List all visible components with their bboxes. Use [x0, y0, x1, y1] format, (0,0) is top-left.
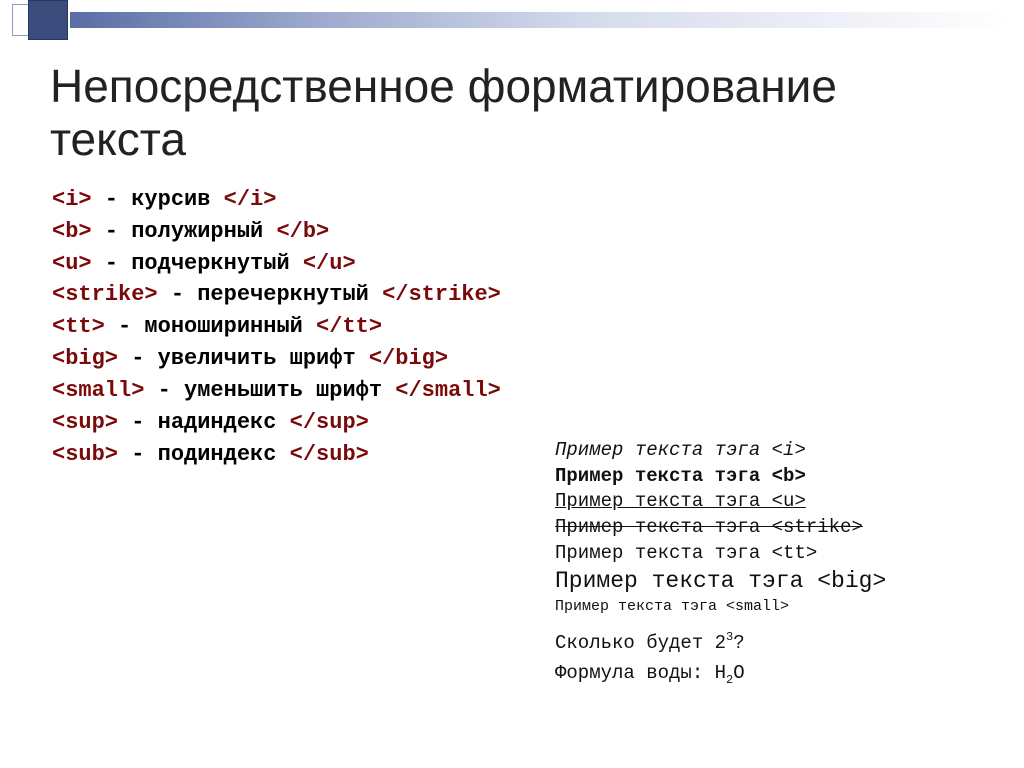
tag-row-i: <i> - курсив </i>	[52, 184, 980, 216]
accent-square-dark	[28, 0, 68, 40]
tag-open: <strike>	[52, 282, 158, 307]
tag-open: <b>	[52, 219, 92, 244]
tag-desc: - подиндекс	[118, 442, 290, 467]
tag-definitions: <i> - курсив </i> <b> - полужирный </b> …	[52, 184, 980, 471]
tag-desc: - курсив	[92, 187, 224, 212]
slide-header-decoration	[0, 0, 1024, 40]
example-strike: Пример текста тэга <strike>	[555, 515, 995, 541]
tag-desc: - подчеркнутый	[92, 251, 303, 276]
tag-desc: - увеличить шрифт	[118, 346, 369, 371]
tag-row-strike: <strike> - перечеркнутый </strike>	[52, 279, 980, 311]
tag-open: <i>	[52, 187, 92, 212]
slide-title: Непосредственное форматирование текста	[50, 60, 980, 166]
tag-open: <sup>	[52, 410, 118, 435]
tag-close: </u>	[303, 251, 356, 276]
example-big: Пример текста тэга <big>	[555, 566, 995, 597]
tag-desc: - перечеркнутый	[158, 282, 382, 307]
example-i: Пример текста тэга <i>	[555, 438, 995, 464]
tag-desc: - уменьшить шрифт	[144, 378, 395, 403]
example-b: Пример текста тэга <b>	[555, 464, 995, 490]
sup-sub-examples: Сколько будет 23? Формула воды: H2O	[555, 628, 995, 690]
tag-desc: - надиндекс	[118, 410, 290, 435]
tag-row-small: <small> - уменьшить шрифт </small>	[52, 375, 980, 407]
example-tt: Пример текста тэга <tt>	[555, 541, 995, 567]
sub-example: Формула воды: H2O	[555, 658, 995, 690]
sub-pre: Формула воды: H	[555, 662, 726, 684]
gradient-bar	[70, 12, 1010, 28]
tag-row-b: <b> - полужирный </b>	[52, 216, 980, 248]
tag-close: </tt>	[316, 314, 382, 339]
tag-row-sup: <sup> - надиндекс </sup>	[52, 407, 980, 439]
sub-post: O	[733, 662, 744, 684]
rendered-examples: Пример текста тэга <i> Пример текста тэг…	[555, 438, 995, 690]
tag-desc: - полужирный	[92, 219, 277, 244]
tag-close: </strike>	[382, 282, 501, 307]
tag-close: </sup>	[290, 410, 369, 435]
tag-row-tt: <tt> - моноширинный </tt>	[52, 311, 980, 343]
tag-open: <tt>	[52, 314, 105, 339]
tag-open: <u>	[52, 251, 92, 276]
tag-row-big: <big> - увеличить шрифт </big>	[52, 343, 980, 375]
tag-open: <big>	[52, 346, 118, 371]
sup-post: ?	[733, 632, 744, 654]
example-small: Пример текста тэга <small>	[555, 597, 995, 617]
tag-close: </b>	[276, 219, 329, 244]
slide-body: Непосредственное форматирование текста <…	[50, 40, 980, 471]
sup-pre: Сколько будет 2	[555, 632, 726, 654]
tag-desc: - моноширинный	[105, 314, 316, 339]
tag-close: </sub>	[290, 442, 369, 467]
sub-value: 2	[726, 673, 733, 687]
tag-row-u: <u> - подчеркнутый </u>	[52, 248, 980, 280]
tag-close: </big>	[369, 346, 448, 371]
tag-close: </i>	[224, 187, 277, 212]
tag-open: <sub>	[52, 442, 118, 467]
sup-value: 3	[726, 630, 733, 644]
tag-close: </small>	[395, 378, 501, 403]
tag-open: <small>	[52, 378, 144, 403]
example-u: Пример текста тэга <u>	[555, 489, 995, 515]
sup-example: Сколько будет 23?	[555, 628, 995, 658]
